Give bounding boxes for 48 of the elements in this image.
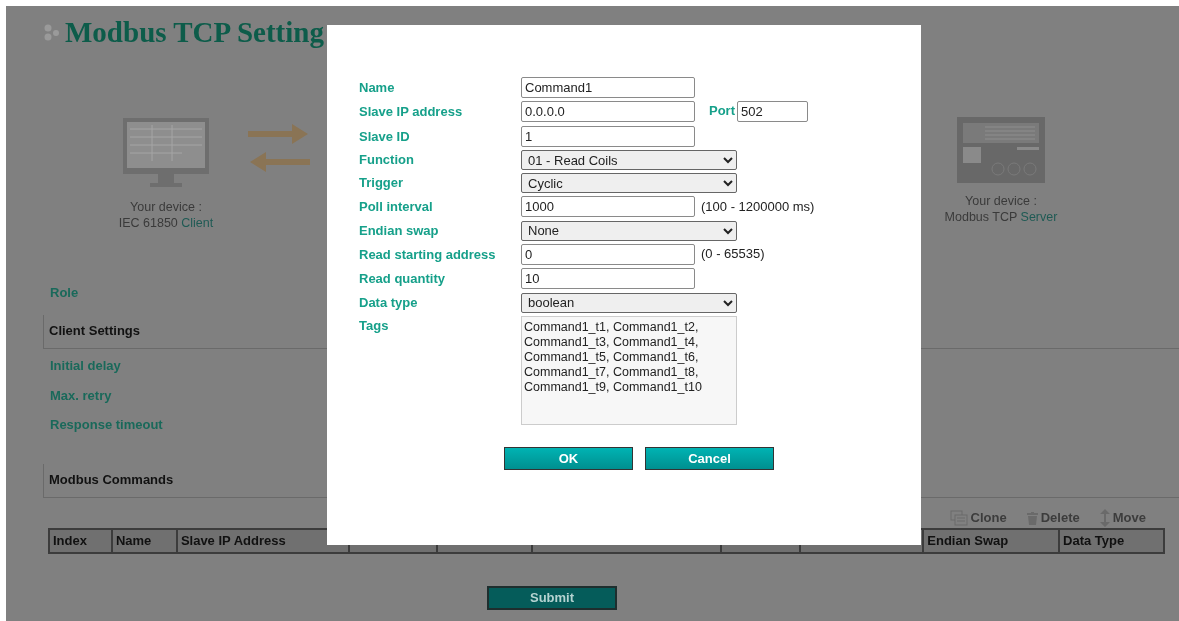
dropdown[interactable]: Cyclic	[521, 173, 737, 193]
field-label: Role	[49, 284, 79, 302]
column-header: Slave IP Address	[176, 529, 349, 553]
field-label: Read starting address	[359, 245, 497, 264]
input-field[interactable]: 10	[521, 268, 695, 290]
field-label: Tags	[359, 317, 390, 335]
dots-icon	[44, 23, 62, 42]
input-field[interactable]: 1	[521, 125, 695, 147]
dropdown[interactable]: boolean	[521, 292, 737, 313]
field-label: Name	[359, 78, 396, 97]
dropdown[interactable]: 01 - Read Coils	[521, 150, 737, 170]
tags-textarea[interactable]: Command1_t1, Command1_t2, Command1_t3, Command1_t4, Command1_t5, Command1_t6, Command1_t7, Command1_t8, Command1_t9, Command1_t10	[521, 316, 737, 425]
field-label: Endian swap	[359, 221, 440, 240]
field-label: Trigger	[359, 174, 405, 193]
field-label: Function	[359, 151, 415, 170]
range-hint: (0 - 65535)	[701, 245, 765, 263]
input-field[interactable]: 0	[521, 243, 695, 265]
column-header: Name	[111, 529, 177, 553]
field-label: Port	[709, 101, 735, 120]
column-header: Endian Swap	[923, 529, 1060, 553]
field-label: Slave ID	[359, 127, 411, 146]
dropdown[interactable]: None	[521, 220, 737, 241]
field-label: Initial delay	[49, 357, 121, 375]
field-label: Data type	[359, 293, 419, 312]
vertical-arrows-icon	[1099, 509, 1110, 527]
field-label: Poll interval	[359, 198, 434, 216]
device-role: Client	[181, 216, 214, 230]
input-field[interactable]: 0.0.0.0	[521, 101, 695, 123]
device-caption: Your device :	[129, 199, 203, 215]
page-title: Modbus TCP Setting	[65, 18, 324, 47]
field-label: Read quantity	[359, 270, 446, 288]
device-role: Server	[1020, 210, 1058, 224]
input-field[interactable]: 502	[737, 101, 808, 123]
device-caption: Your device :	[964, 193, 1038, 209]
device-panel-icon	[957, 117, 1045, 183]
column-header: Data Type	[1059, 529, 1164, 553]
field-label: Max. retry	[49, 386, 112, 405]
input-field[interactable]: Command1	[521, 76, 695, 98]
field-label: Response timeout	[49, 416, 163, 434]
device-protocol: IEC 61850	[118, 216, 179, 230]
exchange-arrows-icon	[248, 123, 310, 173]
monitor-icon	[122, 117, 210, 189]
column-header: Index	[49, 529, 112, 553]
device-protocol: Modbus TCP	[944, 210, 1019, 224]
range-hint: (100 - 1200000 ms)	[701, 197, 815, 216]
input-field[interactable]: 1000	[521, 196, 695, 218]
submit-button[interactable]: Submit	[487, 585, 617, 610]
field-label: Slave IP address	[359, 103, 464, 121]
